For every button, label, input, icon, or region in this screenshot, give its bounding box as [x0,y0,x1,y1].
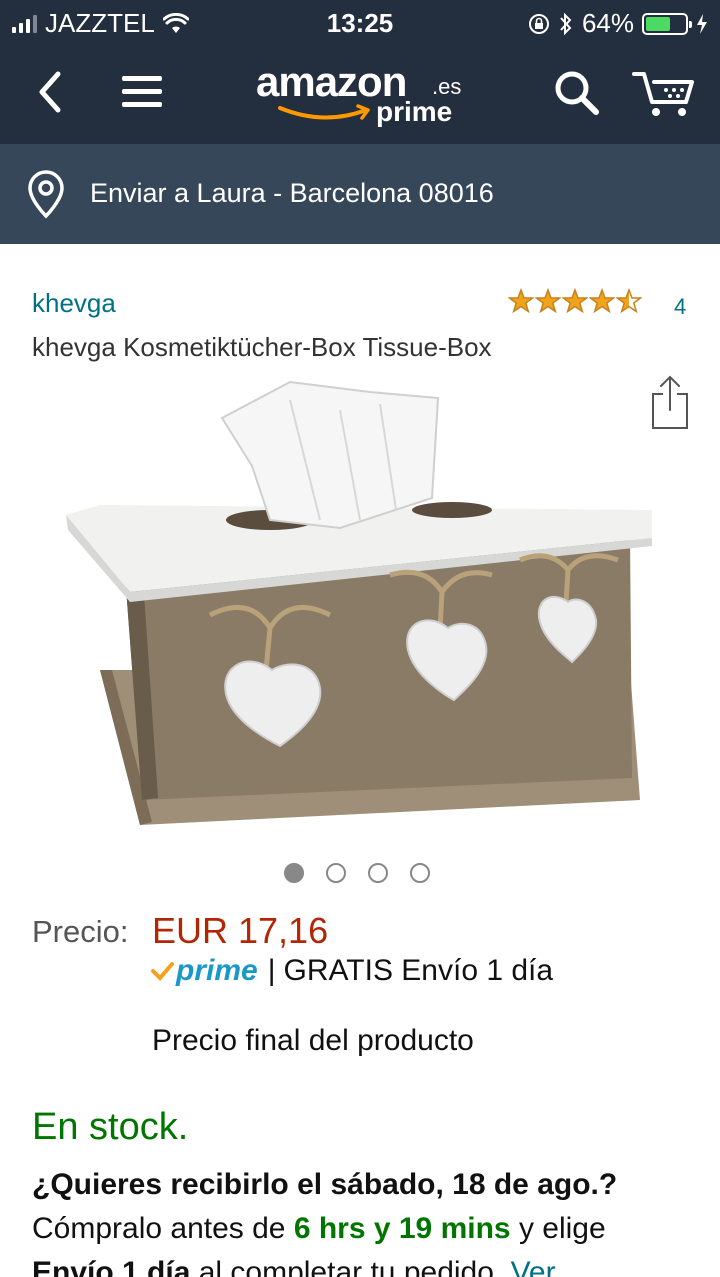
rotation-lock-icon [528,13,549,34]
stock-status: En stock. [32,1106,189,1148]
countdown-suffix: y elige [510,1212,606,1245]
star-full-icon [589,288,615,314]
price-value: EUR 17,16 [152,910,329,951]
star-rating[interactable] [508,288,642,314]
brand-link[interactable]: khevga [32,288,116,319]
prime-separator: | [267,954,276,987]
search-icon [555,71,599,115]
share-icon [652,375,688,429]
star-full-icon [535,288,561,314]
app-header: amazon .es prime [0,46,720,144]
star-full-icon [562,288,588,314]
image-pager [284,863,430,883]
see-details-link[interactable]: Ver [511,1256,556,1277]
product-title: khevga Kosmetiktücher-Box Tissue-Box [32,332,492,362]
battery-percent: 64% [581,8,634,38]
share-button[interactable] [650,374,690,430]
cart-icon [632,72,694,116]
chevron-left-icon [39,71,61,113]
back-button[interactable] [30,68,74,116]
prime-badge: prime [176,954,258,987]
pager-dot[interactable] [284,863,304,883]
rating-count-link[interactable]: 4 [674,294,686,320]
price-label: Precio: [32,914,129,949]
location-text: Enviar a Laura - Barcelona 08016 [90,178,494,208]
prime-shipping: prime | GRATIS Envío 1 día [150,954,553,988]
final-price-note: Precio final del producto [152,1024,474,1057]
hamburger-icon [122,76,162,107]
location-pin-icon [28,170,64,219]
status-right: 64% [528,8,708,39]
star-half-icon [616,288,642,314]
delivery-option-name: Envío 1 día [32,1256,191,1277]
pager-dot[interactable] [410,863,430,883]
delivery-location-bar[interactable]: Enviar a Laura - Barcelona 08016 [0,144,720,244]
menu-button[interactable] [120,72,166,112]
amazon-prime-logo[interactable]: amazon .es prime [256,58,476,134]
product-image[interactable] [40,370,680,840]
star-full-icon [508,288,534,314]
smile-arrow-icon [278,104,370,120]
prime-check-icon [151,962,174,981]
cart-button[interactable] [632,68,696,120]
delivery-option: Envío 1 día al completar tu pedido. Ver [32,1256,556,1277]
delivery-countdown: Cómpralo antes de 6 hrs y 19 mins y elig… [32,1212,606,1246]
search-button[interactable] [552,68,602,118]
delivery-option-text: al completar tu pedido. [190,1256,511,1277]
logo-prime: prime [376,96,453,127]
battery-icon [642,12,692,35]
bluetooth-icon [560,12,572,35]
status-bar: JAZZTEL 13:25 64% [0,0,720,46]
shipping-text: GRATIS Envío 1 día [283,954,554,987]
countdown-time: 6 hrs y 19 mins [293,1212,511,1245]
delivery-question: ¿Quieres recibirlo el sábado, 18 de ago.… [32,1168,618,1201]
charging-icon [697,13,707,34]
pager-dot[interactable] [326,863,346,883]
pager-dot[interactable] [368,863,388,883]
battery-fill [646,16,671,31]
countdown-prefix: Cómpralo antes de [32,1212,294,1245]
